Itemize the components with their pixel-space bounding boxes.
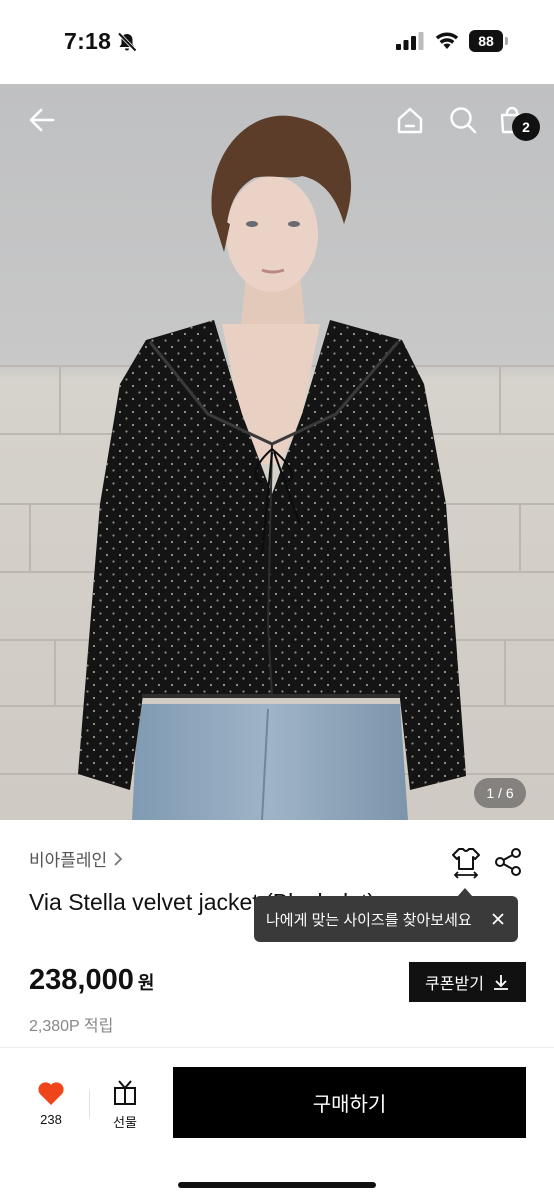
battery-level: 88 <box>469 30 503 52</box>
image-counter: 1 / 6 <box>474 778 526 808</box>
search-button[interactable] <box>443 100 483 140</box>
close-icon[interactable] <box>488 909 508 929</box>
like-count: 238 <box>40 1112 62 1127</box>
price: 238,000 원 <box>29 964 154 997</box>
chevron-right-icon <box>114 851 123 866</box>
back-button[interactable] <box>22 100 62 140</box>
heart-icon <box>38 1082 64 1105</box>
price-value: 238,000 <box>29 964 134 996</box>
gift-button[interactable]: 선물 <box>103 1078 147 1134</box>
size-guide-icon[interactable] <box>448 844 484 880</box>
tooltip-text: 나에게 맞는 사이즈를 찾아보세요 <box>266 911 472 929</box>
brand-name: 비아플레인 <box>29 851 108 870</box>
home-button[interactable] <box>390 100 430 140</box>
wifi-icon <box>435 32 459 49</box>
buy-button[interactable]: 구매하기 <box>173 1067 526 1138</box>
signal-icon <box>396 32 424 50</box>
share-icon[interactable] <box>492 846 524 878</box>
product-image-gallery[interactable]: 2 1 / 6 <box>0 84 554 820</box>
cart-count-badge: 2 <box>512 113 540 141</box>
product-photo <box>0 84 554 820</box>
brand-link[interactable]: 비아플레인 <box>29 846 123 871</box>
search-icon <box>450 107 477 134</box>
status-bar: 7:18 88 <box>0 0 554 84</box>
home-indicator <box>178 1182 376 1188</box>
like-button[interactable]: 238 <box>26 1078 76 1134</box>
coupon-button[interactable]: 쿠폰받기 <box>409 962 526 1002</box>
buy-label: 구매하기 <box>312 1094 387 1116</box>
price-unit: 원 <box>137 973 155 993</box>
reward-points: 2,380P 적립 <box>29 1018 114 1035</box>
vertical-divider <box>89 1090 90 1118</box>
back-arrow-icon <box>29 108 55 132</box>
gift-label: 선물 <box>113 1115 137 1130</box>
home-icon <box>397 107 423 134</box>
gift-icon <box>114 1080 136 1105</box>
divider <box>0 1047 554 1048</box>
download-icon <box>493 975 508 990</box>
size-tooltip[interactable]: 나에게 맞는 사이즈를 찾아보세요 <box>254 896 518 942</box>
coupon-label: 쿠폰받기 <box>425 976 484 993</box>
battery-icon: 88 <box>469 30 509 52</box>
status-time: 7:18 <box>64 28 112 54</box>
bell-muted-icon <box>117 32 137 52</box>
